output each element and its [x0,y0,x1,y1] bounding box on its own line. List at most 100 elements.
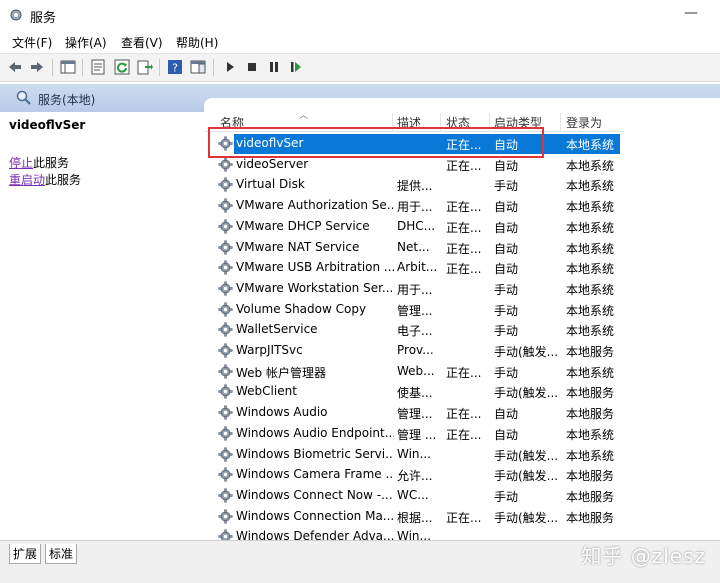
toolbar-separator [52,59,53,76]
play-icon[interactable] [222,59,238,75]
service-name: VMware Authorization Se... [236,198,394,213]
service-logon-as: 本地服务 [566,469,615,484]
refresh-icon[interactable] [114,59,130,75]
service-row[interactable]: VMware DHCP Service DHC... 正在... 自动 本地系统 [204,217,720,237]
properties-icon[interactable] [90,59,106,75]
gear-icon [218,426,233,441]
service-startup-type: 手动 [494,489,519,504]
stop-icon[interactable] [244,59,260,75]
pause-icon[interactable] [266,59,282,75]
gear-icon [218,322,233,337]
service-row[interactable]: Windows Biometric Servi... Win... 手动(触发...… [204,445,720,465]
show-hide-icon[interactable] [190,59,206,75]
service-startup-type: 手动(触发... [494,345,559,359]
forward-icon[interactable] [29,59,45,75]
service-name: videoServer [236,156,309,171]
service-description: 用于... [397,200,433,215]
service-row[interactable]: VMware NAT Service Net... 正在... 自动 本地系统 [204,238,720,258]
menu-view[interactable]: 查看(V) [121,34,163,51]
export-icon[interactable] [137,59,153,75]
service-name: Virtual Disk [236,177,305,192]
column-header-log-on-as[interactable]: 登录为 [566,114,602,131]
gear-icon [218,302,233,317]
magnifier-icon [16,90,31,105]
service-startup-type: 手动 [494,179,519,194]
service-description: 使基... [397,386,433,401]
stop-action: 停止此服务 [9,154,69,171]
service-row[interactable]: WarpJITSvc Prov... 手动(触发... 本地服务 [204,341,720,361]
service-name: VMware USB Arbitration ... [236,260,394,275]
service-row[interactable]: Volume Shadow Copy 管理... 手动 本地系统 [204,300,720,320]
title-bar: 服务 — [0,0,720,30]
sort-up-icon: ︿ [299,111,309,121]
service-row[interactable]: Windows Connection Ma... 根据... 正在... 手动(触发.… [204,507,720,527]
minimize-button[interactable]: — [684,5,698,21]
gear-icon [218,157,233,172]
tab-standard[interactable]: 标准 [45,544,78,564]
service-startup-type: 自动 [494,407,519,422]
service-row[interactable]: Windows Audio 管理... 正在... 自动 本地服务 [204,403,720,423]
service-status: 正在... [446,262,482,277]
service-name: Windows Defender Adva... [236,529,394,540]
service-row[interactable]: VMware Workstation Ser... 用于... 手动 本地系统 [204,279,720,299]
service-row[interactable]: WebClient 使基... 手动(触发... 本地服务 [204,382,720,402]
service-startup-type: 自动 [494,200,519,215]
gear-icon [218,384,233,399]
service-status: 正在... [446,510,482,525]
tab-extended[interactable]: 扩展 [9,544,42,564]
service-logon-as: 本地系统 [566,324,615,339]
column-divider[interactable] [560,113,561,131]
service-row[interactable]: VMware Authorization Se... 用于... 正在... 自动 本地… [204,196,720,216]
stop-service-link[interactable]: 停止 [9,156,33,170]
service-description: Win... [397,446,431,461]
service-startup-type: 自动 [494,241,519,256]
service-logon-as: 本地系统 [566,448,615,463]
service-status: 正在... [446,200,482,215]
gear-icon [218,219,233,234]
help-icon[interactable]: ? [167,59,183,75]
toolbar-separator [159,59,160,76]
service-name: Windows Biometric Servi... [236,446,394,461]
menu-file[interactable]: 文件(F) [12,34,52,51]
service-name: WalletService [236,322,318,337]
gear-icon [218,467,233,482]
menu-help[interactable]: 帮助(H) [176,34,218,51]
resume-icon[interactable] [288,59,304,75]
service-description: Net... [397,239,430,254]
gear-icon [218,405,233,420]
service-startup-type: 手动 [494,324,519,339]
service-description: 根据... [397,510,433,525]
service-logon-as: 本地系统 [566,200,615,215]
selected-service-name: videoflvSer [9,118,86,132]
service-row[interactable]: Windows Connect Now -... WC... 手动 本地服务 [204,486,720,506]
gear-icon [218,260,233,275]
annotation-highlight-box [208,127,544,158]
service-row[interactable]: Web 帐户管理器 Web... 正在... 手动 本地系统 [204,362,720,382]
gear-icon [218,509,233,524]
menu-action[interactable]: 操作(A) [65,34,107,51]
service-row[interactable]: Windows Defender Adva... Win... [204,527,720,540]
service-startup-type: 手动 [494,303,519,318]
service-startup-type: 手动 [494,365,519,380]
service-startup-type: 手动(触发... [494,510,559,525]
gear-icon [218,529,233,540]
service-row[interactable]: VMware USB Arbitration ... Arbit... 正在... 自… [204,258,720,278]
console-tree-icon[interactable] [60,59,76,75]
service-row[interactable]: Virtual Disk 提供... 手动 本地系统 [204,175,720,195]
services-app-icon [10,9,22,21]
service-startup-type: 手动(触发... [494,469,559,484]
service-name: VMware DHCP Service [236,218,370,233]
service-description: 管理... [397,407,433,422]
service-row[interactable]: Windows Audio Endpoint... 管理 ... 正在... 自动 本地… [204,424,720,444]
watermark: 知乎 @zlesz [581,544,706,568]
service-logon-as: 本地服务 [566,345,615,359]
service-startup-type: 自动 [494,158,519,173]
stop-action-text: 此服务 [33,156,70,170]
back-icon[interactable] [7,59,23,75]
service-row[interactable]: Windows Camera Frame ... 允许... 手动(触发... 本地服… [204,465,720,485]
service-startup-type: 自动 [494,262,519,277]
service-logon-as: 本地服务 [566,407,615,422]
restart-service-link[interactable]: 重启动 [9,173,45,187]
service-description: Arbit... [397,260,438,275]
service-row[interactable]: WalletService 电子... 手动 本地系统 [204,320,720,340]
